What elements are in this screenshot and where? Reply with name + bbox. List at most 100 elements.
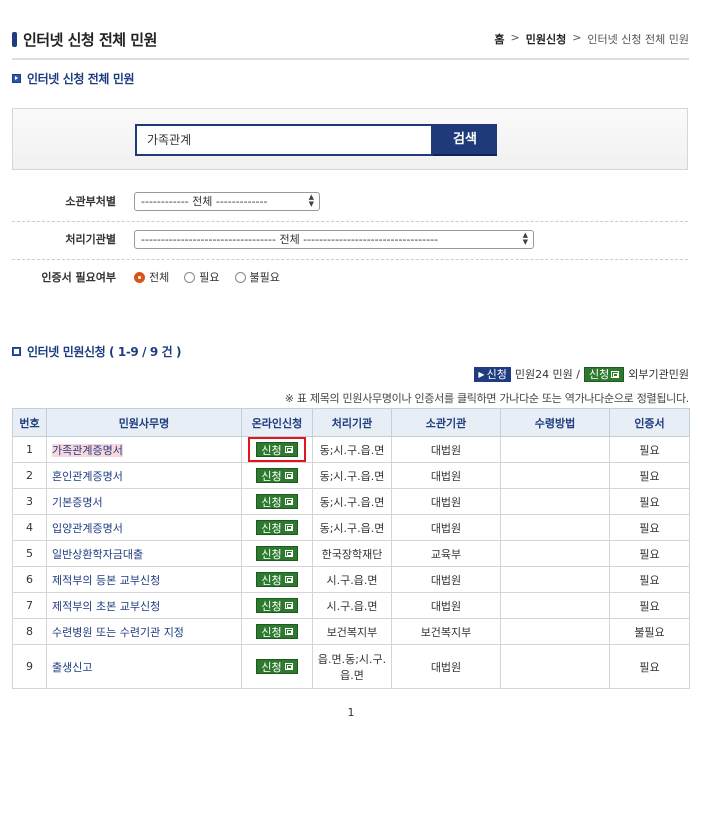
- breadcrumb-home[interactable]: 홈: [494, 31, 504, 47]
- table-row: 4 입양관계증명서 신청 동;시.구.읍.면 대법원 필요: [12, 514, 690, 541]
- legend-blue-text: 민원24 민원 /: [514, 368, 581, 381]
- apply-button[interactable]: 신청: [256, 546, 298, 561]
- apply-button[interactable]: 신청: [256, 572, 298, 587]
- new-window-icon: [284, 524, 293, 531]
- service-name-link[interactable]: 가족관계증명서: [52, 443, 123, 457]
- cell-agency: 시.구.읍.면: [312, 566, 392, 593]
- service-name-link[interactable]: 기본증명서: [52, 496, 103, 509]
- cell-name[interactable]: 기본증명서: [46, 488, 242, 515]
- agency-select[interactable]: ---------------------------------- 전체 --…: [134, 230, 534, 249]
- cell-name[interactable]: 일반상환학자금대출: [46, 540, 242, 567]
- table-row: 3 기본증명서 신청 동;시.구.읍.면 대법원 필요: [12, 488, 690, 515]
- header-cert[interactable]: 인증서: [609, 408, 690, 437]
- breadcrumb-parent[interactable]: 민원신청: [526, 31, 566, 47]
- cell-cert: 필요: [609, 514, 690, 541]
- cell-owner: 대법원: [391, 436, 501, 463]
- cell-name[interactable]: 제적부의 등본 교부신청: [46, 566, 242, 593]
- radio-unchecked-icon[interactable]: [184, 271, 196, 283]
- cell-owner: 대법원: [391, 462, 501, 489]
- table-row: 6 제적부의 등본 교부신청 신청 시.구.읍.면 대법원 필요: [12, 566, 690, 593]
- cell-name[interactable]: 가족관계증명서: [46, 436, 242, 463]
- cell-no: 9: [12, 644, 47, 689]
- cell-no: 4: [12, 514, 47, 541]
- arrow-right-icon: ▶: [478, 369, 485, 379]
- apply-label: 신청: [261, 469, 282, 483]
- cell-receive: [500, 618, 610, 645]
- service-name-link[interactable]: 제적부의 등본 교부신청: [52, 574, 160, 587]
- apply-button[interactable]: 신청: [256, 624, 298, 639]
- dept-select[interactable]: ------------ 전체 ------------- ▲ ▼: [134, 192, 320, 211]
- civil-service-table: 번호 민원사무명 온라인신청 처리기관 소관기관 수령방법 인증서 1 가족관계증…: [12, 408, 690, 689]
- page-number-current[interactable]: 1: [348, 706, 355, 719]
- breadcrumb-sep: >: [510, 31, 520, 44]
- apply-button-wrap: 신청: [250, 517, 303, 538]
- apply-button[interactable]: 신청: [256, 468, 298, 483]
- cell-name[interactable]: 혼인관계증명서: [46, 462, 242, 489]
- cell-agency: 동;시.구.읍.면: [312, 488, 392, 515]
- table-row: 8 수련병원 또는 수련기관 지정 신청 보건복지부 보건복지부 불필요: [12, 618, 690, 645]
- new-window-icon: [284, 550, 293, 557]
- cell-cert: 불필요: [609, 618, 690, 645]
- cell-receive: [500, 462, 610, 489]
- new-window-icon: [284, 628, 293, 635]
- header-receive: 수령방법: [500, 408, 610, 437]
- apply-button[interactable]: 신청: [256, 442, 298, 457]
- search-button[interactable]: 검색: [433, 124, 497, 156]
- cell-online: 신청: [241, 540, 313, 567]
- header-agency: 처리기관: [312, 408, 392, 437]
- apply-button[interactable]: 신청: [256, 659, 298, 674]
- apply-button-wrap: 신청: [250, 569, 303, 590]
- service-name-link[interactable]: 입양관계증명서: [52, 522, 123, 535]
- radio-checked-icon[interactable]: [134, 271, 145, 283]
- apply-button[interactable]: 신청: [256, 520, 298, 535]
- section-square-icon: [12, 347, 21, 356]
- new-window-icon: [284, 576, 293, 583]
- cell-no: 6: [12, 566, 47, 593]
- apply-button[interactable]: 신청: [256, 598, 298, 613]
- search-input[interactable]: 가족관계: [135, 124, 433, 156]
- cell-name[interactable]: 입양관계증명서: [46, 514, 242, 541]
- cell-agency: 동;시.구.읍.면: [312, 514, 392, 541]
- cell-owner: 대법원: [391, 514, 501, 541]
- cell-name[interactable]: 제적부의 초본 교부신청: [46, 592, 242, 619]
- sort-note: ※ 표 제목의 민원사무명이나 인증서를 클릭하면 가나다순 또는 역가나다순으…: [284, 392, 690, 405]
- search-panel: 가족관계 검색: [12, 108, 688, 170]
- apply-label: 신청: [261, 625, 282, 639]
- apply-label: 신청: [261, 547, 282, 561]
- cell-name[interactable]: 출생신고: [46, 644, 242, 689]
- section-title-text: 인터넷 민원신청 ( 1-9 / 9 건 ): [27, 345, 182, 359]
- apply-button-wrap: 신청: [250, 465, 303, 486]
- cert-radio-not-required[interactable]: 불필요: [234, 269, 280, 285]
- cell-agency: 동;시.구.읍.면: [312, 436, 392, 463]
- cell-agency: 한국장학재단: [312, 540, 392, 567]
- cell-no: 8: [12, 618, 47, 645]
- section-title-search: 인터넷 신청 전체 민원: [12, 70, 135, 87]
- cell-cert: 필요: [609, 462, 690, 489]
- cell-receive: [500, 592, 610, 619]
- service-name-link[interactable]: 혼인관계증명서: [52, 470, 123, 483]
- apply-button-wrap: 신청: [250, 595, 303, 616]
- cell-receive: [500, 436, 610, 463]
- cell-online: 신청: [241, 488, 313, 515]
- service-name-link[interactable]: 수련병원 또는 수련기관 지정: [52, 626, 184, 639]
- header-no: 번호: [12, 408, 47, 437]
- cert-radio-required[interactable]: 필요: [184, 269, 220, 285]
- header-owner: 소관기관: [391, 408, 501, 437]
- radio-unchecked-icon[interactable]: [234, 271, 246, 283]
- header-name[interactable]: 민원사무명: [46, 408, 242, 437]
- service-name-link[interactable]: 제적부의 초본 교부신청: [52, 600, 160, 613]
- apply-button[interactable]: 신청: [256, 494, 298, 509]
- agency-select-value: ---------------------------------- 전체 --…: [141, 233, 439, 246]
- title-bar-icon: [12, 31, 17, 47]
- divider: [12, 58, 689, 60]
- cell-cert: 필요: [609, 540, 690, 567]
- new-window-icon: [611, 370, 620, 378]
- service-name-link[interactable]: 일반상환학자금대출: [52, 548, 143, 561]
- section-title-text: 인터넷 신청 전체 민원: [27, 72, 135, 86]
- cell-name[interactable]: 수련병원 또는 수련기관 지정: [46, 618, 242, 645]
- cell-receive: [500, 540, 610, 567]
- cell-receive: [500, 514, 610, 541]
- cert-radio-all[interactable]: 전체: [134, 269, 169, 285]
- cell-agency: 동;시.구.읍.면: [312, 462, 392, 489]
- service-name-link[interactable]: 출생신고: [52, 661, 92, 674]
